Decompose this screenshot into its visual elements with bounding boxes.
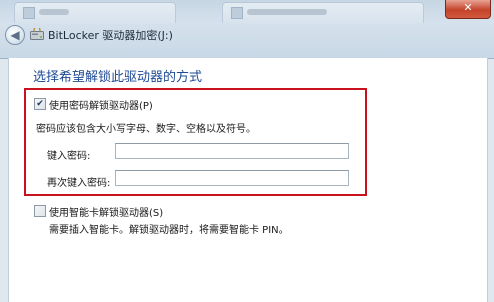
reenter-password-field[interactable] <box>115 170 349 186</box>
window-title: BitLocker 驱动器加密(J:) <box>48 29 173 42</box>
bitlocker-drive-icon <box>30 28 44 40</box>
password-requirements-text: 密码应该包含大小写字母、数字、空格以及符号。 <box>36 124 256 135</box>
background-tab-label <box>247 9 327 15</box>
folder-icon <box>23 7 35 19</box>
password-unlock-label[interactable]: 使用密码解锁驱动器(P) <box>49 97 153 112</box>
dialog-content: 选择希望解锁此驱动器的方式 ✔ 使用密码解锁驱动器(P) 密码应该包含大小写字母… <box>8 58 488 302</box>
close-button[interactable]: ✕ <box>445 0 491 19</box>
smartcard-unlock-label[interactable]: 使用智能卡解锁驱动器(S) <box>49 204 163 219</box>
back-arrow-icon[interactable]: ◀ <box>5 25 25 45</box>
reenter-password-label: 再次键入密码: <box>47 178 111 189</box>
enter-password-label: 键入密码: <box>47 151 91 162</box>
enter-password-field[interactable] <box>115 143 349 159</box>
background-tab[interactable] <box>222 2 424 23</box>
background-tab[interactable] <box>14 2 176 23</box>
smartcard-unlock-checkbox[interactable] <box>34 205 46 217</box>
background-tab-label <box>39 9 69 15</box>
folder-icon <box>231 7 243 19</box>
smartcard-requirements-text: 需要插入智能卡。解锁驱动器时，将需要智能卡 PIN。 <box>49 225 289 236</box>
page-title: 选择希望解锁此驱动器的方式 <box>33 70 203 85</box>
password-unlock-checkbox[interactable]: ✔ <box>34 98 46 110</box>
